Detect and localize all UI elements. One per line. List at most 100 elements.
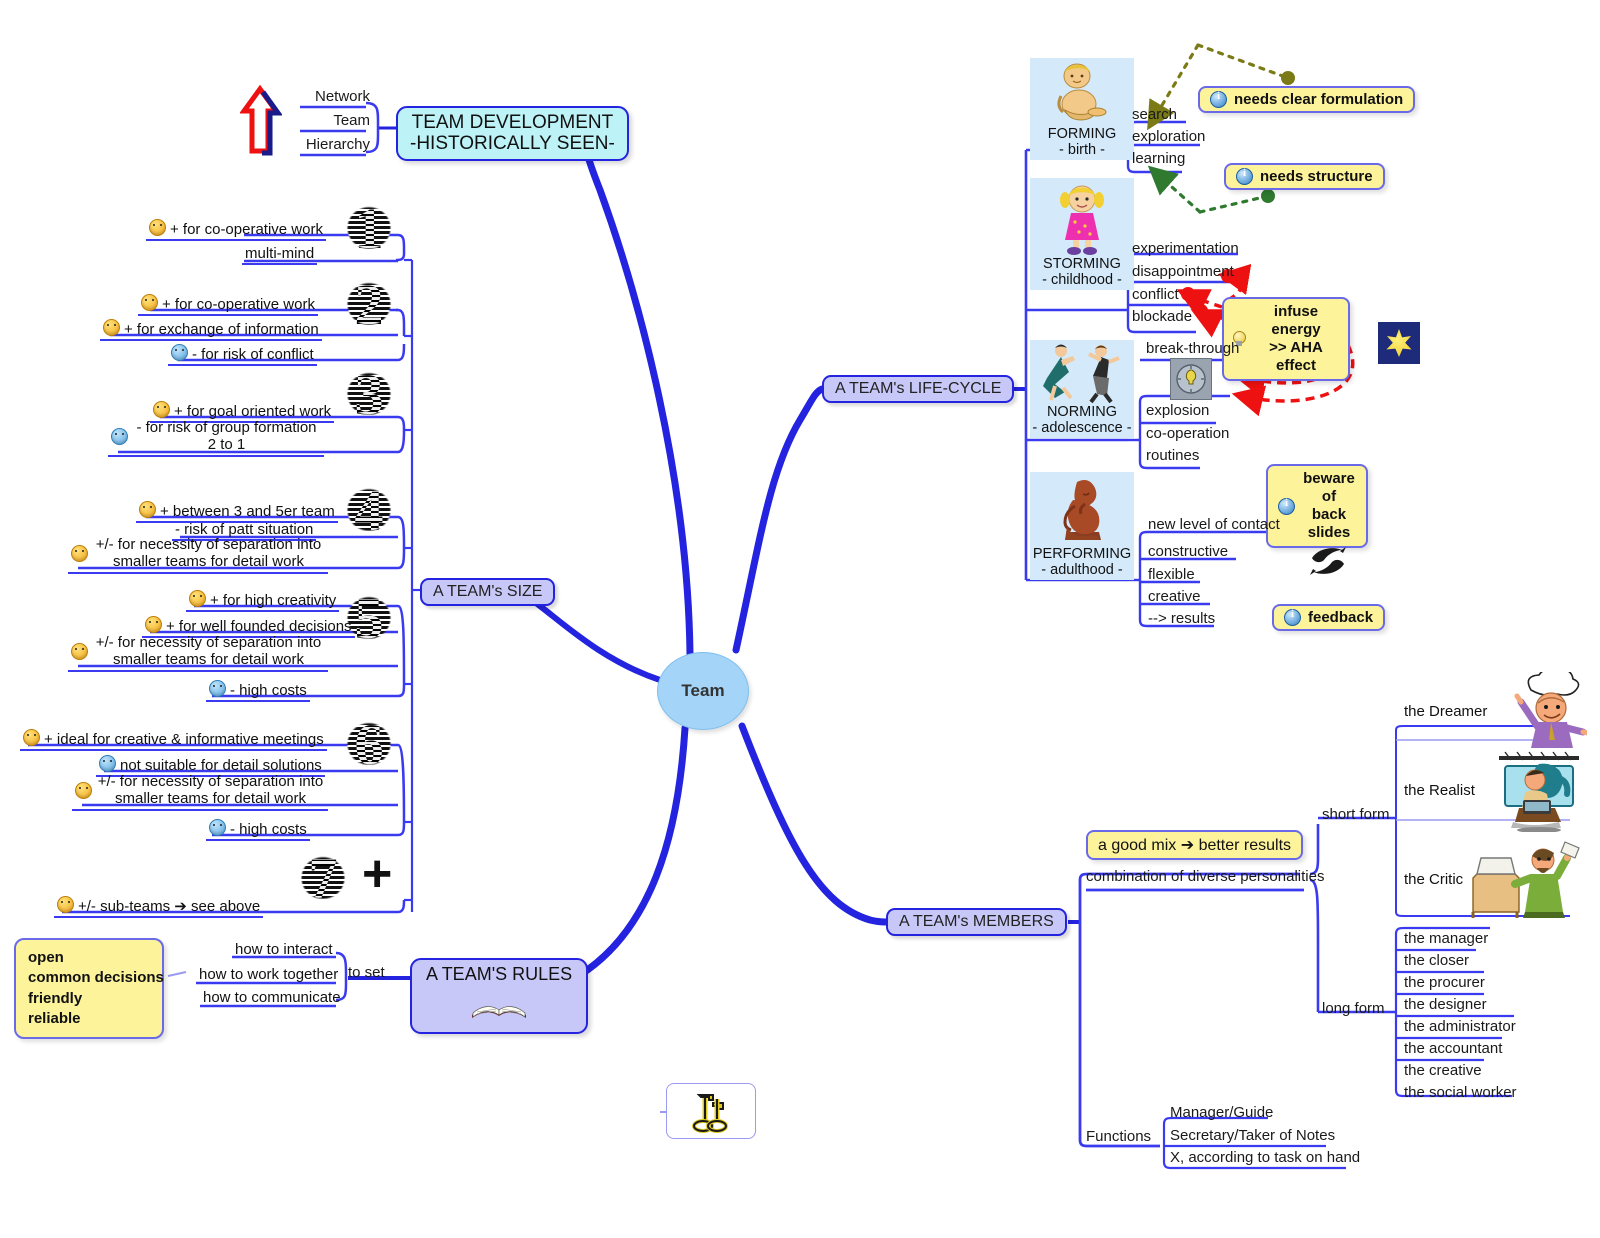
norming-item-2[interactable]: routines [1146, 447, 1199, 464]
rules-item-0[interactable]: how to interact [232, 941, 336, 959]
branch-team-size-label: A TEAM's SIZE [433, 583, 543, 600]
size-4-item-0[interactable]: + between 3 and 5er team [136, 501, 338, 524]
callout-beware-of-back-slides[interactable]: beware of back slides [1266, 464, 1368, 548]
functions-item-1[interactable]: Secretary/Taker of Notes [1170, 1127, 1335, 1144]
starburst-icon [1378, 322, 1420, 364]
callout-needs-clear-formulation[interactable]: needs clear formulation [1198, 86, 1416, 113]
dev-item-team[interactable]: Team [300, 112, 370, 130]
thinker-icon [1047, 472, 1117, 546]
size-1-item-0[interactable]: + for co-operative work [146, 219, 326, 242]
smiley-yellow-icon [71, 544, 88, 562]
norming-header-break-through[interactable]: break-through [1146, 340, 1239, 357]
members-combination-label[interactable]: combination of diverse personalities [1086, 868, 1324, 885]
performing-item-4[interactable]: --> results [1148, 610, 1215, 627]
long-form-item-6[interactable]: the creative [1404, 1062, 1482, 1079]
size-5-item-2[interactable]: +/- for necessity of separation into sma… [68, 634, 328, 672]
short-form-realist-label: the Realist [1404, 781, 1475, 799]
short-form-realist[interactable]: the Realist [1404, 748, 1589, 832]
stage-storming-name: STORMING [1043, 255, 1121, 272]
size-4-item-2[interactable]: +/- for necessity of separation into sma… [68, 536, 328, 574]
size-6-item-0[interactable]: + ideal for creative & informative meeti… [20, 729, 327, 752]
size-1-item-1[interactable]: multi-mind [242, 245, 318, 266]
size-2-item-1[interactable]: + for exchange of information [100, 319, 322, 342]
info-icon [1284, 608, 1301, 626]
forming-item-2[interactable]: learning [1132, 150, 1185, 167]
rules-item-1[interactable]: how to work together [196, 966, 341, 984]
golden-keys-node[interactable] [666, 1083, 756, 1139]
size-3-item-1[interactable]: - for risk of group formation 2 to 1 [108, 419, 324, 457]
members-functions-label[interactable]: Functions [1086, 1128, 1151, 1145]
functions-item-2[interactable]: X, according to task on hand [1170, 1149, 1360, 1166]
long-form-item-0[interactable]: the manager [1404, 930, 1488, 947]
smiley-yellow-icon [57, 896, 74, 913]
branch-team-members-label: A TEAM's MEMBERS [899, 913, 1054, 930]
size-2-item-0[interactable]: + for co-operative work [138, 294, 318, 317]
storming-item-1[interactable]: disappointment [1132, 263, 1234, 280]
long-form-item-5[interactable]: the accountant [1404, 1040, 1502, 1057]
rules-connector-label: to set [348, 964, 385, 981]
members-short-form-label[interactable]: short form [1322, 806, 1390, 823]
branch-team-lifecycle[interactable]: A TEAM's LIFE-CYCLE [822, 375, 1015, 403]
norming-item-1[interactable]: co-operation [1146, 425, 1229, 442]
forming-item-1[interactable]: exploration [1132, 128, 1205, 145]
smiley-yellow-icon [23, 729, 40, 746]
size-6-item-2[interactable]: +/- for necessity of separation into sma… [72, 773, 328, 811]
long-form-item-7[interactable]: the social worker [1404, 1084, 1517, 1101]
long-form-item-2[interactable]: the procurer [1404, 974, 1485, 991]
branch-team-members[interactable]: A TEAM's MEMBERS [886, 908, 1067, 936]
smiley-yellow-icon [153, 401, 170, 418]
size-7-item-0[interactable]: +/- sub-teams ➔ see above [54, 896, 264, 919]
stage-forming-sub: - birth - [1059, 142, 1105, 159]
stage-norming-name: NORMING [1046, 403, 1118, 420]
long-form-item-3[interactable]: the designer [1404, 996, 1487, 1013]
size-6-item-3[interactable]: - high costs [206, 819, 310, 842]
short-form-critic[interactable]: the Critic [1404, 838, 1585, 920]
stage-norming: NORMING - adolescence - [1030, 340, 1134, 438]
callout-needs-structure[interactable]: needs structure [1224, 163, 1385, 190]
root-node[interactable]: Team [657, 652, 749, 730]
stage-storming-sub: - childhood - [1042, 272, 1122, 289]
smiley-yellow-icon [141, 294, 158, 311]
golden-keys-icon [692, 1094, 728, 1133]
short-form-dreamer[interactable]: the Dreamer [1404, 672, 1588, 750]
functions-item-0[interactable]: Manager/Guide [1170, 1104, 1273, 1121]
long-form-item-1[interactable]: the closer [1404, 952, 1469, 969]
team-development-title[interactable]: TEAM DEVELOPMENT -HISTORICALLY SEEN- [396, 106, 629, 161]
performing-item-0[interactable]: new level of contact [1148, 516, 1280, 533]
callout-infuse-energy[interactable]: infuse energy >> AHA effect [1222, 297, 1350, 381]
smiley-yellow-icon [139, 501, 156, 518]
stage-performing: PERFORMING - adulthood - [1030, 472, 1134, 580]
forming-item-0[interactable]: search [1132, 106, 1177, 123]
storming-item-0[interactable]: experimentation [1132, 240, 1239, 257]
performing-item-2[interactable]: flexible [1148, 566, 1195, 583]
rules-callout[interactable]: open common decisions friendly reliable [14, 938, 164, 1039]
girl-icon [1049, 182, 1115, 256]
rules-callout-line-1: common decisions [28, 969, 164, 987]
dev-item-hierarchy[interactable]: Hierarchy [296, 136, 370, 154]
members-long-form-label[interactable]: long form [1322, 1000, 1385, 1017]
storming-item-3[interactable]: blockade [1132, 308, 1192, 325]
red-up-arrow-icon [239, 84, 283, 159]
size-2-item-2[interactable]: - for risk of conflict [168, 344, 317, 367]
storming-item-2[interactable]: conflict [1132, 286, 1179, 303]
short-form-dreamer-label: the Dreamer [1404, 702, 1488, 720]
branch-team-size[interactable]: A TEAM's SIZE [420, 578, 556, 606]
callout-feedback[interactable]: feedback [1272, 604, 1386, 631]
rules-callout-line-2: friendly [28, 989, 83, 1007]
rules-item-2[interactable]: how to communicate [200, 989, 344, 1007]
norming-item-0[interactable]: explosion [1146, 402, 1209, 419]
info-icon [1278, 497, 1295, 515]
team-development-line1: TEAM DEVELOPMENT [411, 112, 614, 133]
long-form-item-4[interactable]: the administrator [1404, 1018, 1516, 1035]
dev-item-network[interactable]: Network [300, 88, 370, 106]
size-5-item-0[interactable]: + for high creativity [186, 590, 340, 613]
smiley-yellow-icon [75, 781, 92, 799]
smiley-blue-icon [99, 755, 116, 772]
size-5-item-3[interactable]: - high costs [206, 680, 310, 703]
performing-item-1[interactable]: constructive [1148, 543, 1228, 560]
branch-team-rules[interactable]: A TEAM'S RULES [410, 958, 589, 1034]
rules-callout-line-0: open [28, 949, 64, 966]
performing-item-3[interactable]: creative [1148, 588, 1201, 605]
stage-performing-sub: - adulthood - [1041, 562, 1123, 579]
callout-good-mix[interactable]: a good mix ➔ better results [1086, 830, 1304, 860]
